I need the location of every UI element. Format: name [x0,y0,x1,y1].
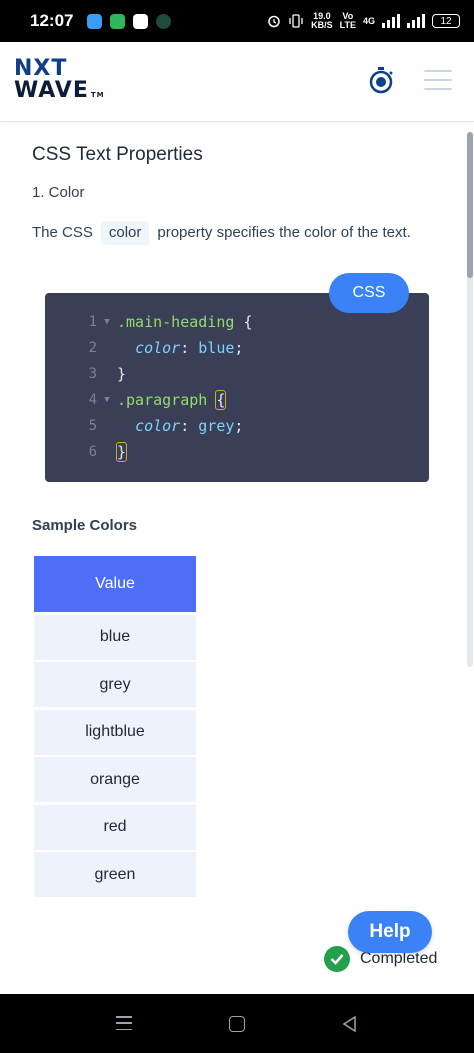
semicolon: ; [234,417,244,435]
scrollbar-thumb[interactable] [467,132,473,278]
scrollbar[interactable] [467,132,473,667]
stopwatch-icon[interactable] [368,66,394,94]
css-value: grey [198,417,235,435]
alarm-icon [268,15,280,28]
description-before: The CSS [32,224,93,241]
logo-word: WAVE [14,77,89,103]
line-number: 5 [88,418,97,434]
semicolon: ; [234,339,244,357]
recent-apps-icon[interactable] [116,1016,132,1030]
network-type: 4G [362,16,375,26]
line-number: 6 [88,444,97,460]
css-selector: .paragraph [117,391,208,409]
sample-colors-heading: Sample Colors [32,517,138,534]
table-row: lightblue [34,709,196,755]
close-brace: } [117,365,127,383]
hamburger-menu-icon[interactable] [424,70,452,90]
battery-icon: 12 [432,14,460,28]
fold-arrow-icon[interactable]: ▼ [97,395,117,405]
code-line: 2 color: blue; [45,335,244,361]
table-header: Value [34,556,196,612]
home-icon[interactable] [229,1016,245,1032]
close-brace: } [115,442,128,462]
main-content[interactable]: CSS Text Properties 1. Color The CSS colo… [0,122,474,994]
app-notification-icon [87,13,103,29]
line-number: 2 [88,340,97,356]
sample-colors-table: Value blue grey lightblue orange red gre… [34,556,196,897]
line-number: 1 [88,314,97,330]
linkedin-icon [133,13,149,29]
logo-line1: NXT [14,55,68,81]
fold-arrow-icon[interactable]: ▼ [97,317,117,327]
code-line: 4 ▼ .paragraph { [45,387,227,413]
css-selector: .main-heading [117,313,235,331]
app-notification-icon [110,13,126,29]
line-number: 3 [88,366,97,382]
code-line: 1 ▼ .main-heading { [45,309,253,335]
inline-code: color [100,221,150,245]
app-header: NXT WAVE TM [0,42,474,122]
css-value: blue [198,339,235,357]
speed-unit: KB/S [311,20,333,30]
section-heading: 1. Color [32,184,85,201]
code-line: 5 color: grey; [45,413,244,439]
table-row: green [34,852,196,897]
line-number: 4 [88,392,97,408]
check-icon [324,946,350,972]
status-indicators: 19.0 KB/S Vo LTE 4G 12 [267,12,460,30]
open-brace: { [215,390,227,410]
page-title: CSS Text Properties [32,144,203,165]
app-notification-icon [156,13,172,29]
language-badge: CSS [329,273,409,313]
colon: : [180,339,190,357]
code-line: 3} [45,361,126,387]
table-row: orange [34,757,196,802]
back-icon[interactable] [341,1015,359,1033]
signal-icon [407,14,425,28]
table-row: red [34,804,196,850]
logo-line2: WAVE TM [14,77,105,106]
code-line: 6} [45,439,128,465]
volte-indicator: Vo LTE [340,12,356,30]
description-after: property specifies the color of the text… [157,224,411,241]
help-button[interactable]: Help [348,911,432,953]
status-bar: 12:07 19.0 KB/S Vo LTE 4G 12 [0,0,474,42]
status-app-icons [87,13,172,29]
table-row: blue [34,614,196,660]
battery-level: 12 [440,15,452,27]
vibrate-icon [289,14,303,28]
nxtwave-logo[interactable]: NXT WAVE TM [14,55,105,106]
system-nav-bar [0,994,474,1053]
logo-trademark: TM [90,90,105,99]
table-row: grey [34,662,196,707]
network-speed: 19.0 KB/S [311,12,333,30]
signal-icon [382,14,400,28]
css-property: color [135,339,181,357]
css-property: color [135,417,181,435]
volte-bottom: LTE [339,20,356,30]
colon: : [180,417,190,435]
code-editor[interactable]: 1 ▼ .main-heading { 2 color: blue; 3} 4 ▼ .p… [45,293,429,482]
open-brace: { [243,313,253,331]
description: The CSS color property specifies the color… [32,219,442,246]
status-time: 12:07 [30,11,74,30]
